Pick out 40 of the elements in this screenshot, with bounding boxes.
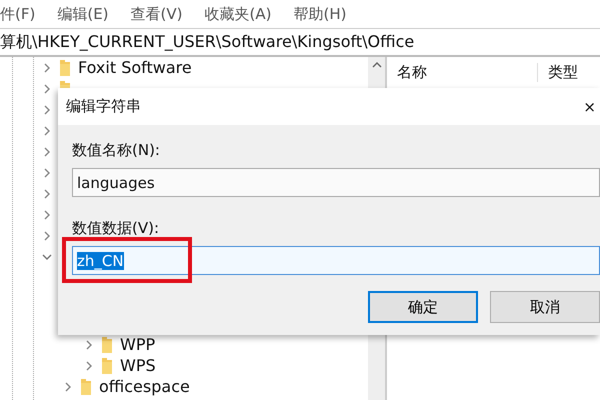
dialog-title: 编辑字符串	[66, 97, 141, 116]
chevron-right-icon[interactable]	[42, 210, 52, 220]
input-field[interactable]: languages	[72, 168, 600, 197]
chevron-right-icon[interactable]	[42, 104, 52, 114]
chevron-right-icon[interactable]	[42, 84, 52, 94]
menu-item[interactable]: 查看(V)	[130, 4, 182, 24]
chevron-right-icon[interactable]	[42, 62, 52, 72]
input-field[interactable]: zh_CN	[72, 246, 600, 275]
scroll-up-icon[interactable]	[372, 61, 382, 68]
chevron-right-icon[interactable]	[42, 230, 52, 240]
close-button[interactable]: ×	[583, 98, 596, 116]
tree-item[interactable]: Foxit Software	[78, 58, 192, 77]
tree-item[interactable]: WPS	[120, 356, 156, 375]
chevron-right-icon[interactable]	[42, 146, 52, 156]
field-label: 数值数据(V):	[72, 219, 160, 238]
menu-item[interactable]: 收藏夹(A)	[204, 4, 272, 24]
column-header[interactable]: 名称	[387, 62, 538, 82]
folder-icon	[102, 358, 112, 374]
folder-icon	[102, 336, 112, 352]
chevron-right-icon[interactable]	[84, 340, 94, 350]
column-header[interactable]: 类型	[538, 62, 578, 82]
chevron-right-icon[interactable]	[42, 168, 52, 178]
field-value: languages	[77, 174, 155, 192]
menu-item[interactable]: 帮助(H)	[293, 4, 346, 24]
chevron-down-icon[interactable]	[42, 252, 52, 262]
menu-item[interactable]: 件(F)	[0, 4, 36, 24]
tree-item[interactable]: officespace	[99, 377, 190, 396]
folder-icon	[60, 60, 70, 76]
chevron-right-icon[interactable]	[63, 382, 73, 392]
address-path[interactable]: 算机\HKEY_CURRENT_USER\Software\Kingsoft\Office	[0, 32, 414, 52]
menu-item[interactable]: 编辑(E)	[57, 4, 109, 24]
cancel-button[interactable]: 取消	[490, 291, 600, 323]
field-label: 数值名称(N):	[72, 141, 161, 160]
folder-icon	[81, 378, 91, 394]
tree-item[interactable]: WPP	[120, 335, 156, 354]
chevron-right-icon[interactable]	[42, 188, 52, 198]
field-value: zh_CN	[77, 252, 124, 270]
ok-button[interactable]: 确定	[368, 291, 478, 323]
chevron-right-icon[interactable]	[42, 126, 52, 136]
chevron-right-icon[interactable]	[84, 360, 94, 370]
